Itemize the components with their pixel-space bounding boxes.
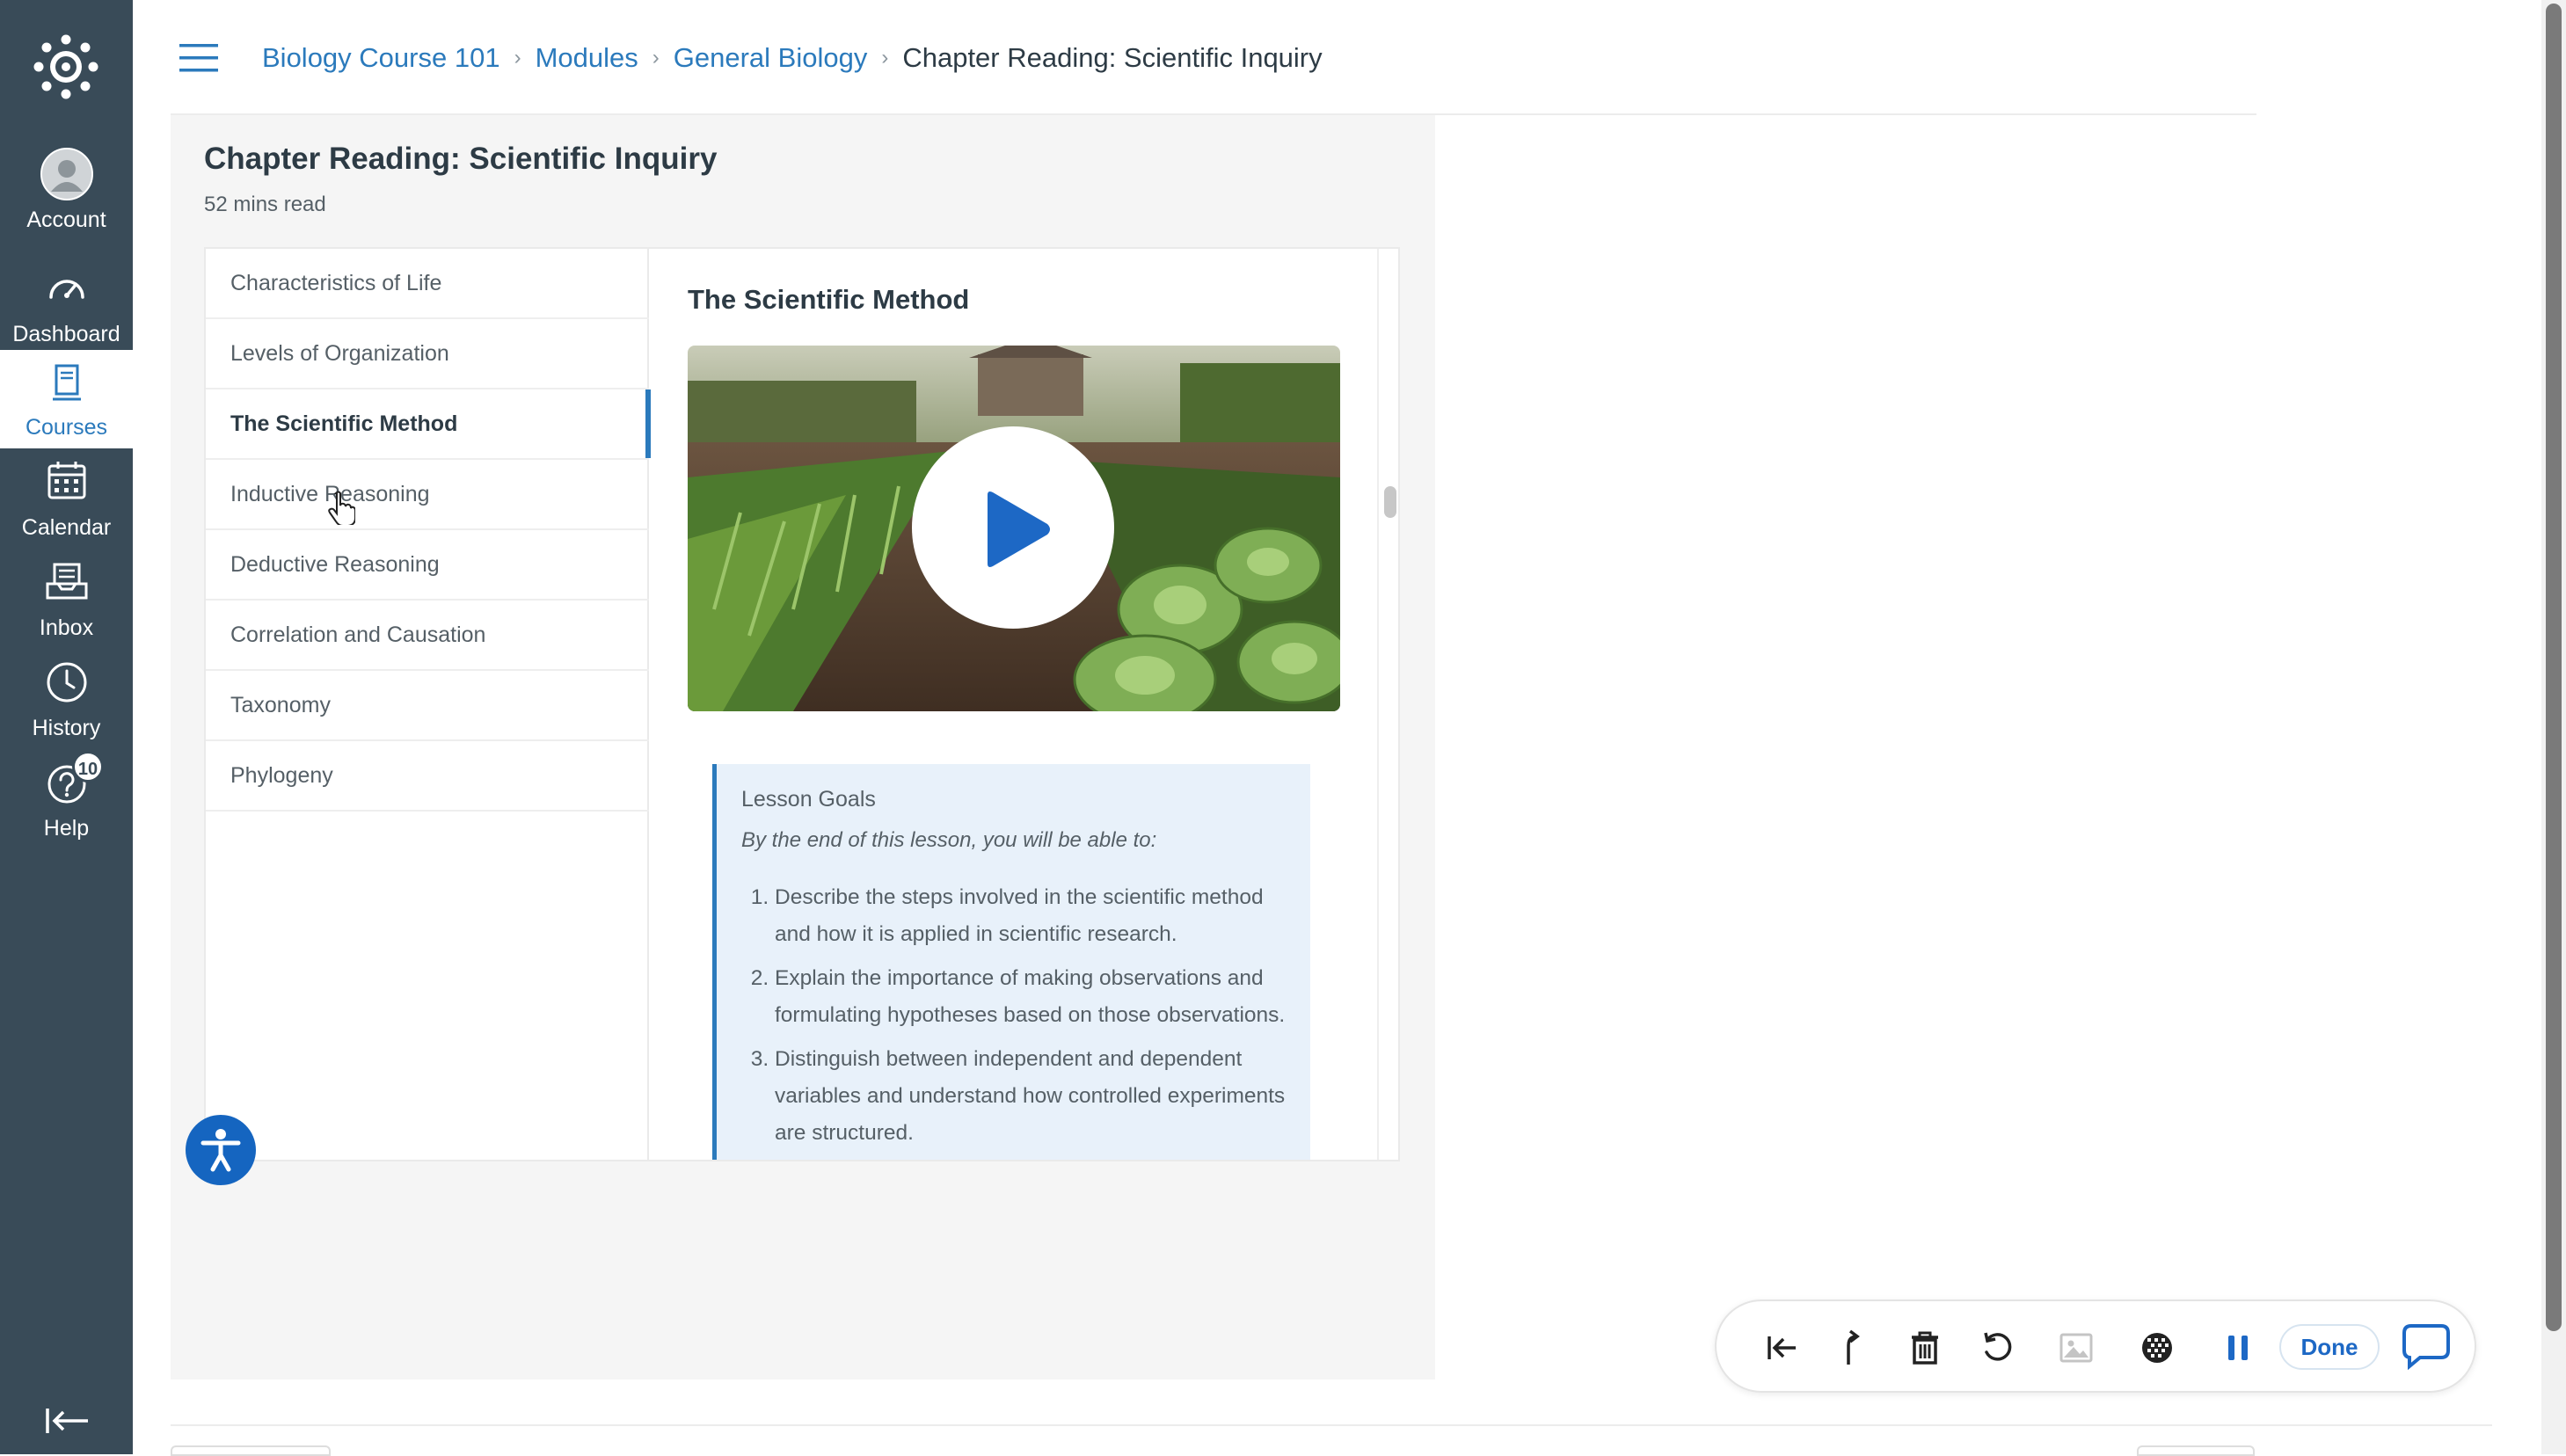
nav-label: Dashboard (12, 322, 120, 346)
collapse-nav-icon[interactable] (44, 1403, 91, 1438)
toc-item[interactable]: Levels of Organization (206, 319, 649, 389)
footer-divider (171, 1424, 2492, 1426)
reader-scrollbar-thumb[interactable] (1384, 486, 1396, 518)
toc-item-active[interactable]: The Scientific Method (206, 389, 651, 460)
nav-label: Calendar (21, 515, 112, 540)
content-panel: Chapter Reading: Scientific Inquiry 52 m… (171, 115, 1435, 1380)
section-title: The Scientific Method (688, 284, 970, 315)
read-time: 52 mins read (204, 193, 326, 216)
breadcrumb-current: Chapter Reading: Scientific Inquiry (902, 42, 1323, 73)
nav-account[interactable]: Account (0, 142, 133, 241)
lesson-goals-heading: Lesson Goals (741, 787, 876, 812)
reader-pane: The Scientific Method Lesson Goals By th… (651, 249, 1377, 1160)
lesson-goals-callout: Lesson Goals By the end of this lesson, … (712, 764, 1310, 1160)
chevron-right-icon: › (881, 46, 889, 69)
nav-help[interactable]: 10 Help (0, 751, 133, 849)
chevron-right-icon: › (652, 46, 660, 69)
nav-calendar[interactable]: Calendar (0, 450, 133, 549)
lesson-goals-list: Describe the steps involved in the scien… (741, 879, 1291, 1152)
page-scrollbar[interactable] (2541, 0, 2566, 1454)
recording-toolbar: Done (1715, 1299, 2476, 1393)
page-scrollbar-thumb[interactable] (2546, 4, 2562, 1331)
toc-item[interactable]: Phylogeny (206, 741, 649, 812)
list-item: Explain the importance of making observa… (775, 960, 1291, 1034)
courses-book-icon (52, 364, 81, 401)
image-icon (2059, 1333, 2093, 1363)
breadcrumb-module[interactable]: General Biology (674, 42, 868, 74)
canvas-logo-icon[interactable] (29, 30, 103, 104)
nav-label: History (32, 716, 101, 740)
share-arrow-icon[interactable] (1833, 1328, 1873, 1368)
toc-item[interactable]: Inductive Reasoning (206, 460, 649, 530)
play-icon (988, 491, 1050, 567)
chat-bubble-icon[interactable] (2401, 1321, 2452, 1372)
nav-label: Help (43, 816, 90, 841)
list-item: Distinguish between independent and depe… (775, 1041, 1291, 1152)
breadcrumb-modules[interactable]: Modules (536, 42, 638, 74)
dashboard-gauge-icon (48, 280, 84, 299)
blur-icon[interactable] (2137, 1328, 2177, 1368)
breadcrumb: Biology Course 101 › Modules › General B… (262, 39, 1323, 77)
video-player[interactable] (688, 346, 1340, 711)
next-button[interactable] (2137, 1445, 2255, 1456)
nav-inbox[interactable]: Inbox (0, 550, 133, 649)
pause-icon[interactable] (2218, 1328, 2258, 1368)
nav-history[interactable]: History (0, 651, 133, 749)
nav-label: Inbox (39, 615, 94, 640)
breadcrumb-course[interactable]: Biology Course 101 (262, 42, 500, 74)
accessibility-button[interactable] (186, 1115, 256, 1185)
calendar-icon (47, 462, 85, 499)
table-of-contents: Characteristics of Life Levels of Organi… (206, 249, 651, 1160)
toc-item[interactable]: Characteristics of Life (206, 249, 649, 319)
list-item: Describe the steps involved in the scien… (775, 879, 1291, 953)
accessibility-person-icon (200, 1129, 241, 1172)
toc-item[interactable]: Deductive Reasoning (206, 530, 649, 601)
hamburger-menu-icon[interactable] (179, 44, 218, 72)
previous-button[interactable] (171, 1445, 331, 1456)
toc-item[interactable]: Taxonomy (206, 671, 649, 741)
lesson-goals-subtitle: By the end of this lesson, you will be a… (741, 828, 1157, 852)
toc-item[interactable]: Correlation and Causation (206, 601, 649, 671)
nav-label: Account (26, 207, 106, 232)
global-nav: Account Dashboard Courses Calendar Inbox… (0, 0, 133, 1454)
inbox-icon (46, 563, 87, 600)
nav-dashboard[interactable]: Dashboard (0, 257, 133, 355)
undo-icon[interactable] (1979, 1328, 2019, 1368)
rewind-to-start-icon[interactable] (1760, 1328, 1801, 1368)
nav-label: Courses (25, 415, 108, 440)
play-button[interactable] (912, 426, 1114, 629)
clock-icon (47, 662, 86, 703)
page-title: Chapter Reading: Scientific Inquiry (204, 142, 718, 176)
reader-scrollbar[interactable] (1377, 249, 1398, 1160)
account-avatar-icon (40, 148, 93, 200)
trash-icon[interactable] (1905, 1328, 1945, 1368)
reading-frame: Characteristics of Life Levels of Organi… (204, 247, 1400, 1161)
chevron-right-icon: › (514, 46, 521, 69)
hand-cursor-icon (328, 491, 355, 525)
done-button[interactable]: Done (2279, 1324, 2380, 1370)
nav-courses[interactable]: Courses (0, 350, 133, 448)
help-notification-badge: 10 (72, 751, 104, 783)
